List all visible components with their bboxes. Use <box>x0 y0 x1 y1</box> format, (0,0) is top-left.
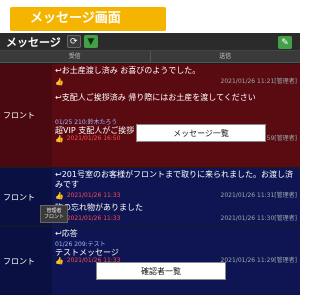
message-meta: 👍 2021/01/26 11:33 2021/01/26 11:30[管理者] <box>52 215 300 224</box>
message-date: 2021/01/26 11:21[管理者] <box>220 78 297 85</box>
message-text: ↩お土産渡し済み お喜びのようでした。 <box>55 66 201 75</box>
page-title-banner: メッセージ画面 <box>10 7 166 31</box>
read-date: 2021/01/26 11:33 <box>66 192 121 199</box>
read-date: 2021/01/26 11:33 <box>66 215 121 222</box>
message-date: 2021/01/26 11:31[管理者] <box>220 192 297 199</box>
callout-message-list: メッセージ一覧 <box>136 124 266 142</box>
message-body: ↩201号室のお客様がフロントまで取りに来られました。お渡し済みです 👍 202… <box>52 168 300 226</box>
message-meta: 👍 2021/01/26 11:33 2021/01/26 11:31[管理者] <box>52 192 300 201</box>
refresh-button[interactable]: ⟳ <box>66 35 81 48</box>
refresh-icon: ⟳ <box>70 36 78 47</box>
compose-button[interactable]: ✎ <box>278 36 292 49</box>
sender-label: フロント <box>0 227 52 295</box>
thumbs-up-icon[interactable]: 👍 <box>55 192 64 200</box>
message-date: 2021/01/26 11:30[管理者] <box>220 215 297 222</box>
confirmer-tooltip: 管理者 フロント <box>40 205 69 223</box>
message-date: 2021/01/26 11:29[管理者] <box>220 257 297 264</box>
message-text: 物の忘れ物がありました <box>55 203 143 212</box>
filter-icon: ▼ <box>87 36 95 47</box>
compose-icon: ✎ <box>281 37 289 48</box>
callout-confirmer-list: 確認者一覧 <box>96 262 226 280</box>
message-text: ↩応答 <box>55 229 78 238</box>
message-text: ↩支配人ご挨拶済み 帰り際にはお土産を渡してください <box>55 93 256 102</box>
header: メッセージ ⟳ ▼ ✎ <box>0 33 300 51</box>
filter-button[interactable]: ▼ <box>83 35 98 48</box>
read-date: 2021/01/26 16:50 <box>66 135 121 142</box>
tab-bar: 受信 送信 <box>0 51 300 63</box>
message-detail: テストメッセージ <box>55 248 119 257</box>
tab-sent[interactable]: 送信 <box>149 51 301 62</box>
header-title: メッセージ <box>6 35 61 49</box>
thumbs-up-icon[interactable]: 👍 <box>55 257 64 265</box>
message-meta: 👍 2021/01/26 11:21[管理者] <box>52 78 300 87</box>
sender-label: フロント <box>0 64 52 167</box>
message-row[interactable]: フロント ↩お土産渡し済み お喜びのようでした。 👍 2021/01/26 11… <box>0 64 300 167</box>
message-app: メッセージ ⟳ ▼ ✎ 受信 送信 フロント ↩お土産渡し済み お喜びのようでし… <box>0 33 300 295</box>
message-text: ↩201号室のお客様がフロントまで取りに来られました。お渡し済みです <box>55 170 293 189</box>
message-body: ↩応答 01/26 209:テスト テストメッセージ 👍 2021/01/26 … <box>52 227 300 295</box>
tooltip-line-2: フロント <box>44 214 65 220</box>
thumbs-up-icon[interactable]: 👍 <box>55 135 64 143</box>
message-body: ↩お土産渡し済み お喜びのようでした。 👍 2021/01/26 11:21[管… <box>52 64 300 167</box>
message-row[interactable]: フロント ↩応答 01/26 209:テスト テストメッセージ 👍 2021/0… <box>0 227 300 295</box>
message-subtitle: 01/26 209:テスト <box>55 241 106 248</box>
tab-received[interactable]: 受信 <box>0 51 150 62</box>
thumbs-up-icon[interactable]: 👍 <box>55 78 64 86</box>
